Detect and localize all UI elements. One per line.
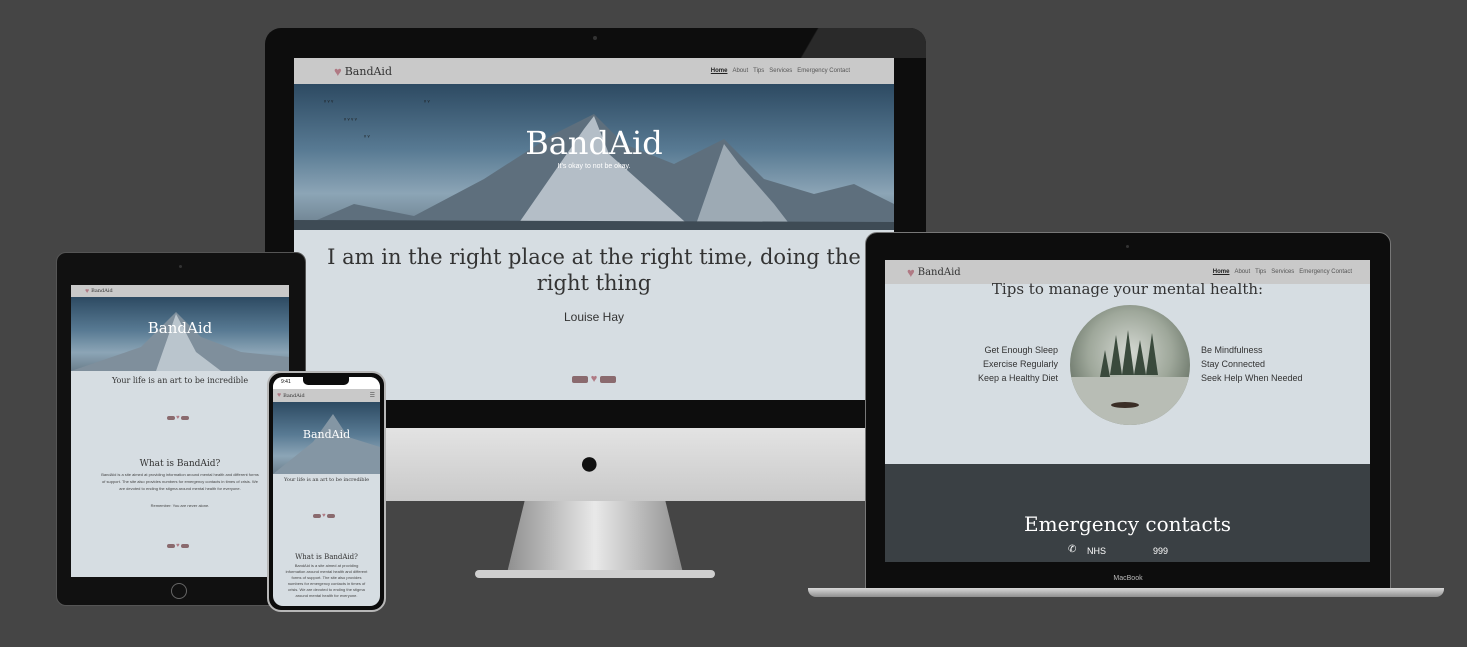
macbook-tips-right: Be Mindfulness Stay Connected Seek Help … bbox=[1201, 343, 1341, 385]
iphone-hero-title: BandAid bbox=[302, 428, 351, 441]
imac-quote-author: Louise Hay bbox=[563, 310, 625, 324]
ipad-about-remember: Remember: You are never alone. bbox=[150, 503, 210, 508]
macbook-device: ♥ BandAid Home About Tips Services Emerg… bbox=[865, 232, 1391, 590]
ipad-divider-1: ♥ bbox=[167, 415, 193, 421]
macbook-heart-logo-icon[interactable]: ♥ bbox=[907, 265, 915, 280]
tip-item: Stay Connected bbox=[1201, 359, 1266, 369]
imac-heart-logo-icon[interactable]: ♥ bbox=[334, 64, 342, 79]
nav-tips[interactable]: Tips bbox=[753, 68, 764, 74]
ipad-screen: ♥ BandAid BandAid Your life is an art to… bbox=[71, 285, 289, 577]
imac-stand-base bbox=[475, 570, 715, 578]
imac-glare bbox=[786, 28, 926, 58]
emergency-number[interactable]: 999 bbox=[1153, 546, 1168, 556]
iphone-time: 9:41 bbox=[281, 379, 291, 385]
bandaid-icon bbox=[180, 544, 189, 548]
macbook-tips-heading: Tips to manage your mental health: bbox=[991, 280, 1264, 298]
imac-bandaid-divider: ♥ bbox=[569, 373, 619, 385]
bandaid-icon bbox=[167, 544, 175, 548]
iphone-notch bbox=[303, 377, 349, 385]
imac-hero-title: BandAid bbox=[525, 124, 663, 162]
macbook-emergency-section: Emergency contacts ✆ NHS 999 bbox=[885, 464, 1370, 562]
imac-quote: I am in the right place at the right tim… bbox=[327, 245, 861, 295]
hamburger-menu-icon[interactable]: ☰ bbox=[370, 392, 375, 399]
iphone-divider: ♥ bbox=[313, 513, 339, 519]
nav-home[interactable]: Home bbox=[1213, 269, 1230, 275]
iphone-logo-text[interactable]: BandAid bbox=[283, 393, 305, 399]
iphone-navbar: ♥ BandAid ☰ bbox=[273, 389, 380, 402]
bandaid-right-icon bbox=[600, 375, 617, 383]
bandaid-icon bbox=[167, 416, 175, 420]
heart-icon: ♥ bbox=[176, 415, 180, 421]
iphone-screen: 9:41 ♥ BandAid ☰ BandAid Your life is an… bbox=[273, 377, 380, 606]
iphone-about-heading: What is BandAid? bbox=[295, 553, 358, 561]
tip-item: Keep a Healthy Diet bbox=[977, 373, 1058, 383]
imac-camera bbox=[593, 36, 597, 40]
iphone-device: 9:41 ♥ BandAid ☰ BandAid Your life is an… bbox=[267, 371, 386, 612]
bandaid-left-icon bbox=[571, 375, 588, 383]
macbook-nav-links: Home About Tips Services Emergency Conta… bbox=[1208, 269, 1352, 275]
ipad-camera bbox=[179, 265, 182, 268]
forest-lake-image bbox=[1070, 330, 1190, 425]
bandaid-icon bbox=[326, 514, 335, 518]
emergency-heading: Emergency contacts bbox=[1024, 512, 1231, 536]
nav-services[interactable]: Services bbox=[769, 68, 792, 74]
imac-hero-tagline: It's okay to not be okay. bbox=[557, 163, 631, 170]
imac-hero-image: ᵛ ᵛ ᵛᵛ ᵛ ᵛ ᵛ ᵛ ᵛᵛ ᵛ BandAid It's okay to… bbox=[294, 84, 894, 230]
macbook-base bbox=[808, 588, 1444, 597]
macbook-tips-image bbox=[1070, 305, 1190, 425]
macbook-tips-left: Get Enough Sleep Exercise Regularly Keep… bbox=[925, 343, 1058, 385]
macbook-logo-text[interactable]: BandAid bbox=[918, 267, 961, 278]
emergency-service-name: NHS bbox=[1087, 546, 1107, 556]
iphone-hero-image: BandAid bbox=[273, 402, 380, 474]
bandaid-icon bbox=[313, 514, 321, 518]
tip-item: Exercise Regularly bbox=[982, 359, 1058, 369]
nav-tips[interactable]: Tips bbox=[1255, 269, 1266, 275]
tip-item: Seek Help When Needed bbox=[1201, 373, 1303, 383]
ipad-home-button[interactable] bbox=[171, 583, 187, 599]
ipad-about-text: BandAid is a site aimed at providing inf… bbox=[101, 472, 259, 491]
nav-about[interactable]: About bbox=[732, 68, 748, 74]
tip-item: Be Mindfulness bbox=[1201, 345, 1263, 355]
macbook-camera bbox=[1126, 245, 1129, 248]
nav-home[interactable]: Home bbox=[711, 68, 728, 74]
heart-icon: ♥ bbox=[590, 373, 598, 385]
nav-services[interactable]: Services bbox=[1271, 269, 1294, 275]
imac-logo-text[interactable]: BandAid bbox=[345, 65, 392, 78]
ipad-hero-title: BandAid bbox=[147, 319, 213, 337]
macbook-screen: ♥ BandAid Home About Tips Services Emerg… bbox=[885, 260, 1370, 562]
nav-emergency[interactable]: Emergency Contact bbox=[797, 68, 850, 74]
tip-item: Get Enough Sleep bbox=[984, 345, 1058, 355]
ipad-about-heading: What is BandAid? bbox=[139, 459, 221, 469]
macbook-bezel-label: MacBook bbox=[1113, 575, 1143, 582]
nav-emergency[interactable]: Emergency Contact bbox=[1299, 269, 1352, 275]
ipad-navbar: ♥ BandAid bbox=[71, 285, 289, 297]
bandaid-icon bbox=[180, 416, 189, 420]
nav-about[interactable]: About bbox=[1234, 269, 1250, 275]
ipad-divider-2: ♥ bbox=[167, 543, 193, 549]
heart-icon: ♥ bbox=[176, 543, 180, 549]
svg-text:ᵛ ᵛ: ᵛ ᵛ bbox=[423, 100, 430, 106]
svg-text:ᵛ ᵛ ᵛ: ᵛ ᵛ ᵛ bbox=[323, 100, 333, 106]
phone-icon: ✆ bbox=[1068, 544, 1077, 555]
imac-screen: ♥ BandAid Home About Tips Services Emerg… bbox=[294, 58, 894, 400]
ipad-hero-image: BandAid bbox=[71, 297, 289, 371]
apple-logo-icon: ● bbox=[579, 444, 600, 482]
heart-icon: ♥ bbox=[322, 513, 326, 519]
iphone-status-bar: 9:41 bbox=[273, 377, 380, 389]
ipad-heart-logo-icon[interactable]: ♥ bbox=[85, 288, 89, 295]
imac-navbar: ♥ BandAid Home About Tips Services Emerg… bbox=[294, 58, 894, 84]
imac-stand bbox=[507, 501, 683, 573]
iphone-heart-logo-icon[interactable]: ♥ bbox=[277, 392, 281, 399]
imac-device: ♥ BandAid Home About Tips Services Emerg… bbox=[265, 28, 926, 428]
ipad-logo-text[interactable]: BandAid bbox=[91, 288, 113, 294]
ipad-quote: Your life is an art to be incredible bbox=[111, 376, 249, 385]
iphone-about-text: BandAid is a site aimed at providing inf… bbox=[285, 563, 368, 598]
iphone-quote: Your life is an art to be incredible bbox=[283, 477, 370, 483]
imac-nav-links: Home About Tips Services Emergency Conta… bbox=[706, 68, 850, 74]
